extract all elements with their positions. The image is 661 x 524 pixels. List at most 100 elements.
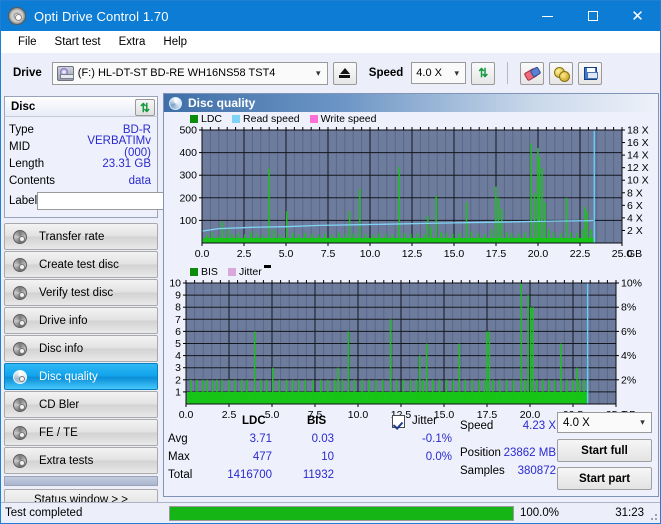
start-part-button[interactable]: Start part [557, 467, 652, 490]
eject-button[interactable] [332, 61, 357, 85]
test-speed-select[interactable]: 4.0 X ▾ [557, 412, 652, 433]
disc-icon [11, 229, 31, 245]
disc-icon [11, 425, 31, 441]
svg-text:2 X: 2 X [627, 225, 643, 237]
sidebar-item-drive-info[interactable]: Drive info [4, 307, 158, 334]
svg-text:10: 10 [169, 278, 181, 290]
svg-text:8: 8 [175, 302, 181, 314]
resize-grip[interactable] [647, 510, 657, 520]
menu-help[interactable]: Help [154, 34, 196, 50]
svg-text:10 X: 10 X [627, 175, 649, 187]
close-icon: ✕ [631, 7, 644, 25]
disc-icon [11, 313, 31, 329]
disc-refresh-button[interactable]: ⇅ [135, 99, 155, 116]
stats-avg-bis: 0.03 [311, 433, 334, 445]
close-button[interactable]: ✕ [615, 1, 660, 31]
svg-text:5: 5 [175, 338, 181, 350]
disc-panel-body: Type BD-R MID VERBATIMv (000) Length 23.… [4, 116, 239, 218]
legend-label-jitter: Jitter [238, 265, 262, 278]
start-full-label: Start full [581, 444, 628, 457]
svg-text:0.0: 0.0 [195, 248, 210, 260]
eraser-icon [525, 67, 540, 79]
disc-row-length: Length 23.31 GB [9, 155, 153, 172]
ldc-chart-canvas: 1002003004005002 X4 X6 X8 X10 X12 X14 X1… [179, 125, 649, 260]
speed-select-value: 4.0 X [416, 67, 442, 79]
svg-text:12 X: 12 X [627, 162, 649, 174]
minimize-button[interactable] [525, 1, 570, 31]
drive-select-value: (F:) HL-DT-ST BD-RE WH16NS58 TST4 [77, 67, 276, 79]
svg-text:8%: 8% [621, 302, 636, 314]
disc-icon [11, 453, 31, 469]
menu-extra[interactable]: Extra [110, 34, 155, 50]
chevron-down-icon: ▾ [640, 417, 645, 427]
svg-text:4%: 4% [621, 350, 636, 362]
svg-text:100: 100 [179, 215, 197, 227]
sidebar-item-label: Disc quality [39, 370, 98, 383]
svg-text:6%: 6% [621, 326, 636, 338]
sidebar-spacer [4, 476, 158, 486]
sidebar-item-label: Drive info [39, 314, 88, 327]
erase-button[interactable] [520, 61, 545, 85]
svg-text:15.0: 15.0 [444, 248, 465, 260]
sidebar-item-disc-info[interactable]: Disc info [4, 335, 158, 362]
disc-label-label: Label [9, 195, 38, 207]
disc-length-value: 23.31 GB [102, 157, 151, 170]
sidebar-item-label: Verify test disc [39, 286, 114, 299]
disc-icon [169, 96, 182, 110]
sidebar-item-create-test-disc[interactable]: Create test disc [4, 251, 158, 278]
disc-icon [11, 341, 31, 357]
svg-text:8 X: 8 X [627, 187, 643, 199]
gold-discs-icon [553, 66, 570, 82]
drive-toolbar: Drive (F:) HL-DT-ST BD-RE WH16NS58 TST4 … [1, 53, 660, 93]
jitter-checkbox[interactable] [392, 415, 405, 428]
svg-text:500: 500 [179, 125, 197, 137]
sidebar-item-transfer-rate[interactable]: Transfer rate [4, 223, 158, 250]
chevron-down-icon: ▾ [454, 67, 460, 78]
disc-contents-label: Contents [9, 174, 56, 187]
disc-mid-label: MID [9, 140, 31, 153]
legend-label-bis: BIS [201, 265, 218, 278]
stats-position-value: 23862 MB [503, 447, 556, 459]
stats-max-bis: 10 [321, 451, 334, 463]
title-bar: Opti Drive Control 1.70 ✕ [1, 1, 660, 31]
svg-text:22.5: 22.5 [570, 248, 591, 260]
panel-title: Disc quality [188, 96, 256, 110]
sidebar-item-fe-te[interactable]: FE / TE [4, 419, 158, 446]
svg-text:200: 200 [179, 192, 197, 204]
discs-button[interactable] [549, 61, 574, 85]
sidebar-item-verify-test-disc[interactable]: Verify test disc [4, 279, 158, 306]
drive-select[interactable]: (F:) HL-DT-ST BD-RE WH16NS58 TST4 ▾ [51, 61, 328, 85]
window-title: Opti Drive Control 1.70 [34, 8, 169, 24]
menu-file[interactable]: File [9, 34, 46, 50]
sidebar-item-label: Transfer rate [39, 230, 105, 243]
toolbar-separator [507, 62, 509, 84]
menu-start-test[interactable]: Start test [46, 34, 110, 50]
stats-speed-label: Speed [460, 420, 494, 432]
start-full-button[interactable]: Start full [557, 439, 652, 462]
maximize-button[interactable] [570, 1, 615, 31]
sidebar-item-extra-tests[interactable]: Extra tests [4, 447, 158, 474]
chart-legend-top: LDC Read speed Write speed [164, 112, 658, 125]
disc-type-label: Type [9, 123, 34, 136]
sidebar-item-cd-bler[interactable]: CD Bler [4, 391, 158, 418]
sidebar-item-label: Create test disc [39, 258, 119, 271]
disc-icon [11, 369, 31, 385]
refresh-button[interactable]: ⇅ [471, 61, 496, 85]
maximize-icon [587, 11, 598, 21]
disc-row-mid: MID VERBATIMv (000) [9, 135, 153, 159]
progress-percent: 100.0% [520, 507, 560, 519]
svg-text:3: 3 [175, 362, 181, 374]
disc-icon [11, 285, 31, 301]
left-panel: Disc ⇅ Type BD-R MID VERBATIMv (000) Len… [4, 96, 239, 511]
save-button[interactable] [578, 61, 603, 85]
svg-text:16 X: 16 X [627, 137, 649, 149]
speed-select[interactable]: 4.0 X ▾ [411, 62, 467, 84]
svg-text:12.5: 12.5 [402, 248, 423, 260]
svg-text:4: 4 [175, 350, 181, 362]
progress-bar [169, 505, 514, 521]
sidebar-item-disc-quality[interactable]: Disc quality [4, 363, 158, 390]
svg-text:6 X: 6 X [627, 200, 643, 212]
disc-contents-value: data [128, 174, 151, 187]
svg-text:7: 7 [175, 314, 181, 326]
svg-text:18 X: 18 X [627, 125, 649, 137]
